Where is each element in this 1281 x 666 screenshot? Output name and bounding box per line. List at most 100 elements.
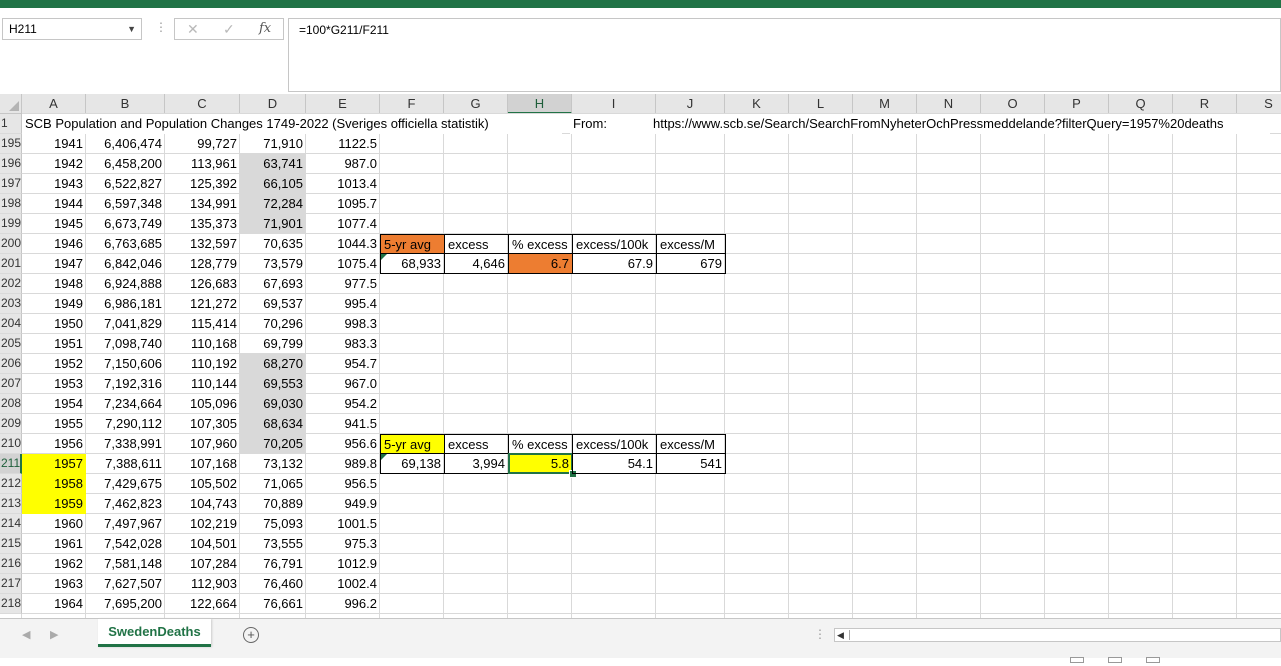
cell-e199[interactable]: 1077.4	[306, 214, 380, 234]
row-header-198[interactable]: 198	[0, 194, 22, 214]
cell-e197[interactable]: 1013.4	[306, 174, 380, 194]
cell-a211[interactable]: 1957	[22, 454, 86, 474]
cell-d200[interactable]: 70,635	[240, 234, 306, 254]
cell-d218[interactable]: 76,661	[240, 594, 306, 614]
confirm-icon[interactable]: ✓	[223, 19, 235, 39]
row-header-201[interactable]: 201	[0, 254, 22, 274]
summary_1947-header-4[interactable]: excess/M	[656, 234, 726, 254]
cell-a207[interactable]: 1953	[22, 374, 86, 394]
row-header-209[interactable]: 209	[0, 414, 22, 434]
cell-e206[interactable]: 954.7	[306, 354, 380, 374]
cell-c215[interactable]: 104,501	[165, 534, 240, 554]
cell-b210[interactable]: 7,338,991	[86, 434, 165, 454]
cell-b209[interactable]: 7,290,112	[86, 414, 165, 434]
cell-e202[interactable]: 977.5	[306, 274, 380, 294]
summary_1957-header-2[interactable]: % excess	[508, 434, 573, 454]
cell-b216[interactable]: 7,581,148	[86, 554, 165, 574]
cell-e204[interactable]: 998.3	[306, 314, 380, 334]
cell-a215[interactable]: 1961	[22, 534, 86, 554]
cell-e213[interactable]: 949.9	[306, 494, 380, 514]
summary_1947-value-0[interactable]: 68,933	[380, 253, 445, 274]
cell-a203[interactable]: 1949	[22, 294, 86, 314]
summary_1957-header-4[interactable]: excess/M	[656, 434, 726, 454]
cell-b196[interactable]: 6,458,200	[86, 154, 165, 174]
next-sheet-icon[interactable]: ▶	[50, 628, 58, 641]
row-header-216[interactable]: 216	[0, 554, 22, 574]
cell-a200[interactable]: 1946	[22, 234, 86, 254]
summary_1947-value-4[interactable]: 679	[656, 253, 726, 274]
cancel-icon[interactable]: ✕	[187, 19, 199, 39]
cell-e198[interactable]: 1095.7	[306, 194, 380, 214]
cell-d215[interactable]: 73,555	[240, 534, 306, 554]
cell-d196[interactable]: 63,741	[240, 154, 306, 174]
cell-d198[interactable]: 72,284	[240, 194, 306, 214]
cell-e212[interactable]: 956.5	[306, 474, 380, 494]
summary_1957-value-3[interactable]: 54.1	[572, 453, 657, 474]
row-header-210[interactable]: 210	[0, 434, 22, 454]
cell-e214[interactable]: 1001.5	[306, 514, 380, 534]
cell-c201[interactable]: 128,779	[165, 254, 240, 274]
cell-a209[interactable]: 1955	[22, 414, 86, 434]
row-header-202[interactable]: 202	[0, 274, 22, 294]
cell-a197[interactable]: 1943	[22, 174, 86, 194]
row-header-218[interactable]: 218	[0, 594, 22, 614]
cell-a195[interactable]: 1941	[22, 134, 86, 154]
cell-a208[interactable]: 1954	[22, 394, 86, 414]
horizontal-scrollbar[interactable]: ◀	[834, 628, 1281, 642]
worksheet-grid[interactable]: A B C D E F G H I J K L M N O P Q R S 1 SCB Population and P…	[0, 94, 1281, 618]
cell-c208[interactable]: 105,096	[165, 394, 240, 414]
prev-sheet-icon[interactable]: ◀	[22, 628, 30, 641]
summary_1947-value-3[interactable]: 67.9	[572, 253, 657, 274]
cell-b214[interactable]: 7,497,967	[86, 514, 165, 534]
error-indicator-icon[interactable]	[381, 254, 387, 260]
cell-d213[interactable]: 70,889	[240, 494, 306, 514]
cell-e209[interactable]: 941.5	[306, 414, 380, 434]
cell-a214[interactable]: 1960	[22, 514, 86, 534]
summary_1957-value-2[interactable]: 5.8	[508, 453, 573, 474]
error-indicator-icon[interactable]	[381, 454, 387, 460]
row-header-200[interactable]: 200	[0, 234, 22, 254]
formula-input[interactable]: =100*G211/F211	[288, 18, 1281, 92]
normal-view-icon[interactable]	[1070, 657, 1084, 663]
summary_1957-value-4[interactable]: 541	[656, 453, 726, 474]
cell-a210[interactable]: 1956	[22, 434, 86, 454]
row-header-1[interactable]: 1	[0, 114, 22, 134]
cell-c207[interactable]: 110,144	[165, 374, 240, 394]
cell-a196[interactable]: 1942	[22, 154, 86, 174]
cell-b201[interactable]: 6,842,046	[86, 254, 165, 274]
insert-function-icon[interactable]: fx	[259, 19, 271, 39]
cell-c212[interactable]: 105,502	[165, 474, 240, 494]
cell-b218[interactable]: 7,695,200	[86, 594, 165, 614]
row-header-206[interactable]: 206	[0, 354, 22, 374]
cell-b205[interactable]: 7,098,740	[86, 334, 165, 354]
cell-d197[interactable]: 66,105	[240, 174, 306, 194]
cell-c213[interactable]: 104,743	[165, 494, 240, 514]
cell-c200[interactable]: 132,597	[165, 234, 240, 254]
cell-a217[interactable]: 1963	[22, 574, 86, 594]
cell-d208[interactable]: 69,030	[240, 394, 306, 414]
cell-e196[interactable]: 987.0	[306, 154, 380, 174]
cell-e201[interactable]: 1075.4	[306, 254, 380, 274]
cell-e215[interactable]: 975.3	[306, 534, 380, 554]
cell-b195[interactable]: 6,406,474	[86, 134, 165, 154]
cell-c209[interactable]: 107,305	[165, 414, 240, 434]
cell-d214[interactable]: 75,093	[240, 514, 306, 534]
cell-d206[interactable]: 68,270	[240, 354, 306, 374]
cell-c195[interactable]: 99,727	[165, 134, 240, 154]
cell-d212[interactable]: 71,065	[240, 474, 306, 494]
scroll-thumb[interactable]	[849, 630, 1270, 640]
cell-b197[interactable]: 6,522,827	[86, 174, 165, 194]
cell-d195[interactable]: 71,910	[240, 134, 306, 154]
row-header-196[interactable]: 196	[0, 154, 22, 174]
cell-e216[interactable]: 1012.9	[306, 554, 380, 574]
summary_1947-header-0[interactable]: 5-yr avg	[380, 234, 445, 254]
row-header-214[interactable]: 214	[0, 514, 22, 534]
row-header-208[interactable]: 208	[0, 394, 22, 414]
row-header-207[interactable]: 207	[0, 374, 22, 394]
cell-e218[interactable]: 996.2	[306, 594, 380, 614]
cell-b206[interactable]: 7,150,606	[86, 354, 165, 374]
summary_1947-value-1[interactable]: 4,646	[444, 253, 509, 274]
cell-d216[interactable]: 76,791	[240, 554, 306, 574]
cell-b200[interactable]: 6,763,685	[86, 234, 165, 254]
cell-b211[interactable]: 7,388,611	[86, 454, 165, 474]
